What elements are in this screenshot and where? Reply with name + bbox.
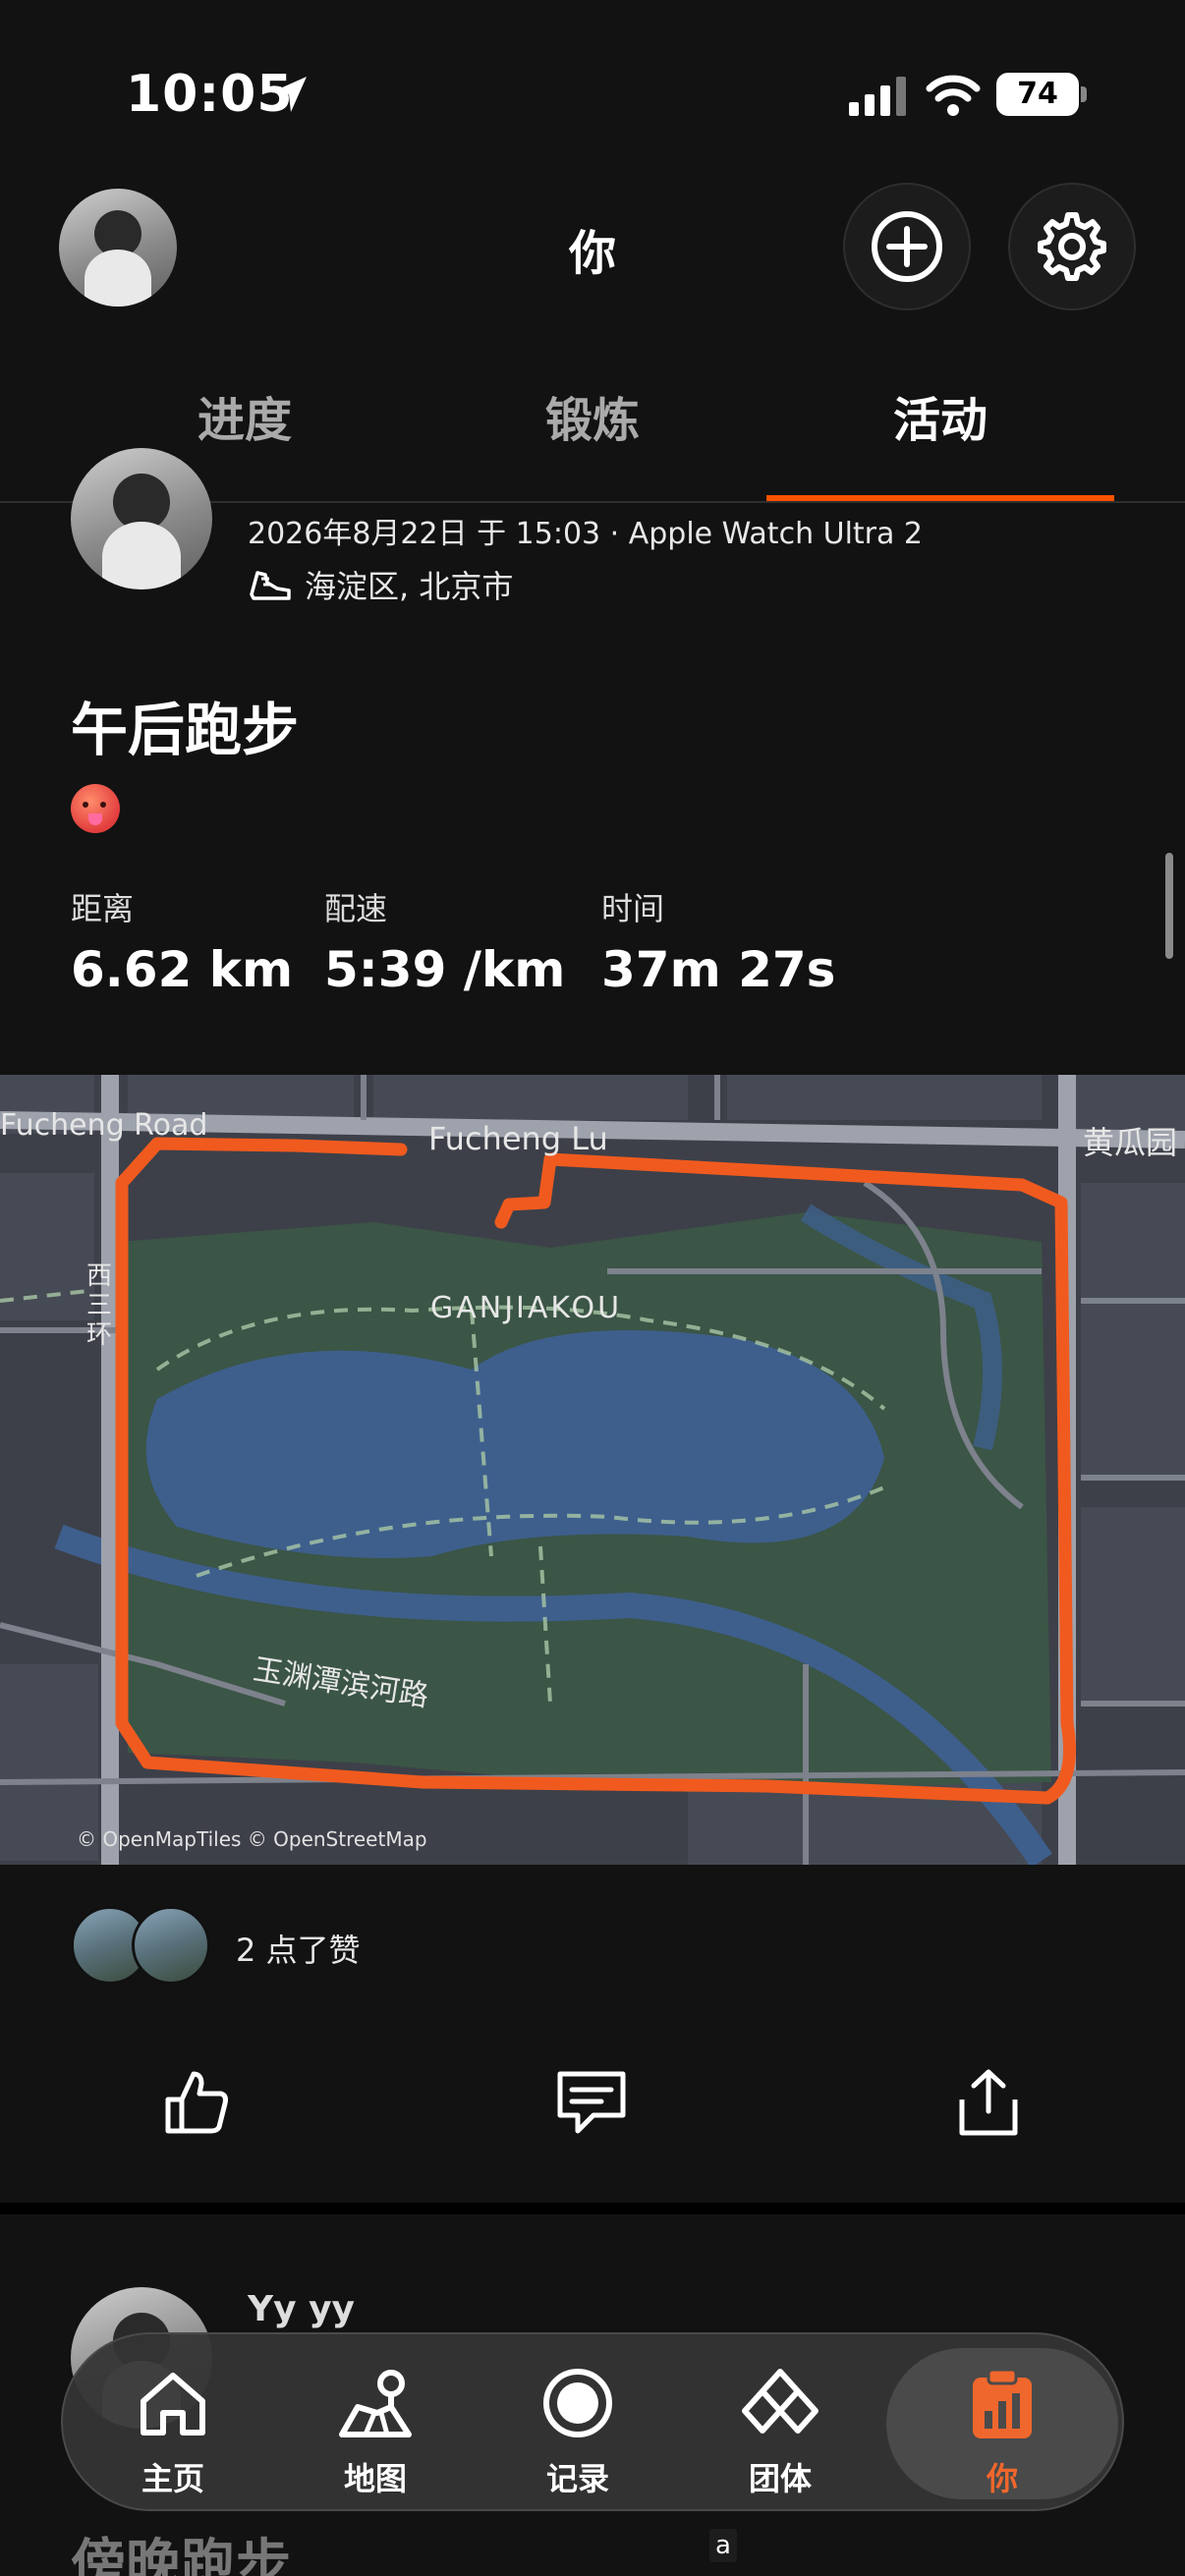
settings-button[interactable] xyxy=(1008,183,1136,310)
kudos-button[interactable] xyxy=(157,2063,236,2142)
nav-you[interactable]: 你 xyxy=(924,2334,1081,2509)
map-label-huangguayuan: 黄瓜园 xyxy=(1083,1124,1178,1161)
stat-pace: 配速 5:39 /km xyxy=(324,884,565,998)
stat-time: 时间 37m 27s xyxy=(601,884,835,998)
home-icon xyxy=(141,2373,205,2436)
nav-label: 记录 xyxy=(545,2460,609,2497)
stat-distance: 距离 6.62 km xyxy=(71,884,293,998)
nav-label: 你 xyxy=(986,2460,1018,2497)
nav-label: 主页 xyxy=(141,2460,204,2497)
hot-face-emoji-icon xyxy=(71,784,120,833)
map-label-fucheng-road: Fucheng Road xyxy=(0,1108,208,1143)
plus-circle-icon xyxy=(872,211,942,282)
share-icon xyxy=(959,2069,1018,2136)
map-label-west-ring: 西三环 xyxy=(86,1261,113,1350)
kudos-avatar[interactable] xyxy=(132,1906,210,1985)
keyboard-hint: a xyxy=(709,2529,737,2562)
activity-athlete-avatar[interactable] xyxy=(71,448,212,589)
stat-value: 6.62 km xyxy=(71,941,294,998)
battery-level: 74 xyxy=(1017,77,1058,111)
stat-value: 37m 27s xyxy=(601,941,836,998)
map-attribution: © OpenMapTiles © OpenStreetMap xyxy=(77,1827,427,1851)
comment-icon xyxy=(557,2071,626,2134)
stat-label: 配速 xyxy=(324,890,388,927)
location-text: 海淀区, 北京市 xyxy=(305,568,514,605)
next-activity-title[interactable]: 傍晚跑步 xyxy=(71,2521,291,2576)
thumbs-up-icon xyxy=(165,2071,228,2134)
comment-button[interactable] xyxy=(552,2063,631,2142)
athlete-name[interactable]: Yy yy xyxy=(248,2289,355,2329)
map-label-fucheng-lu: Fucheng Lu xyxy=(428,1120,608,1157)
activity-meta: 2026年8月22日 于 15:03 · Apple Watch Ultra 2 xyxy=(248,517,924,551)
tab-activities[interactable]: 活动 xyxy=(766,373,1114,501)
stat-value: 5:39 /km xyxy=(324,941,566,998)
activity-location: 海淀区, 北京市 xyxy=(248,562,513,607)
map-label-ganjiakou: GANJIAKOU xyxy=(430,1291,623,1325)
nav-label: 地图 xyxy=(343,2460,407,2497)
cellular-signal-icon xyxy=(849,77,906,116)
share-button[interactable] xyxy=(949,2063,1028,2142)
location-arrow-icon xyxy=(271,77,307,112)
feed-divider xyxy=(0,2203,1185,2214)
battery-tip xyxy=(1081,86,1087,102)
map-graphic xyxy=(0,1075,1185,1865)
nav-home[interactable]: 主页 xyxy=(94,2334,252,2509)
status-bar: 10:05 74 xyxy=(0,0,1185,187)
wifi-icon xyxy=(926,75,981,116)
running-shoe-icon xyxy=(250,571,291,600)
stat-label: 距离 xyxy=(71,890,135,927)
nav-label: 团体 xyxy=(748,2460,812,2497)
map-icon xyxy=(339,2370,412,2437)
nav-map[interactable]: 地图 xyxy=(297,2334,454,2509)
gear-icon xyxy=(1038,212,1106,281)
nav-record[interactable]: 记录 xyxy=(499,2334,656,2509)
battery-indicator: 74 xyxy=(996,73,1079,116)
bottom-nav-bar: 主页 地图 记录 团体 你 xyxy=(61,2332,1124,2511)
record-icon xyxy=(543,2369,612,2437)
kudos-count[interactable]: 2 点了赞 xyxy=(236,1926,361,1971)
activity-title[interactable]: 午后跑步 xyxy=(71,684,299,766)
add-button[interactable] xyxy=(843,183,971,310)
scroll-indicator[interactable] xyxy=(1165,853,1173,959)
tab-training[interactable]: 锻炼 xyxy=(419,373,766,501)
you-icon xyxy=(973,2368,1032,2438)
stat-label: 时间 xyxy=(601,890,665,927)
activity-route-map[interactable]: Fucheng Road Fucheng Lu 黄瓜园 GANJIAKOU 西三… xyxy=(0,1075,1185,1865)
nav-groups[interactable]: 团体 xyxy=(702,2334,859,2509)
groups-icon xyxy=(742,2369,818,2434)
